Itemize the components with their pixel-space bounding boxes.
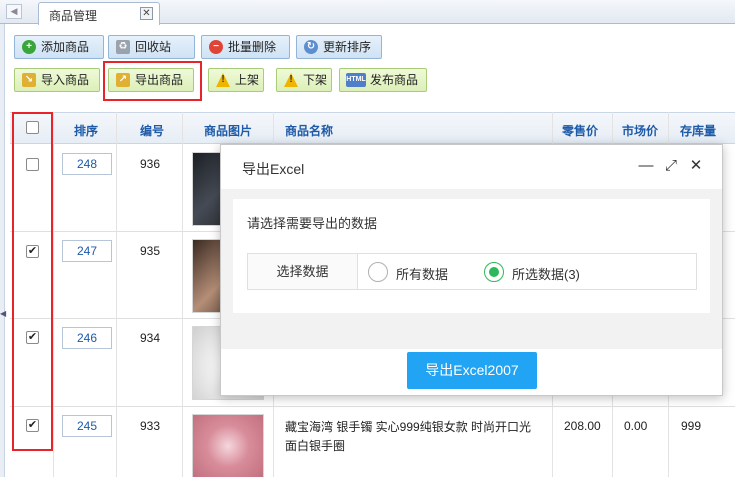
warning-icon: ! <box>216 73 230 87</box>
import-icon: ↘ <box>22 73 36 87</box>
add-product-label: 添加商品 <box>41 40 90 54</box>
dialog-title: 导出Excel <box>242 161 305 177</box>
product-id: 936 <box>140 157 161 171</box>
update-sort-button[interactable]: ↻ 更新排序 <box>296 35 382 59</box>
tab-scroll-left-button[interactable]: ◀ <box>6 4 22 19</box>
header-retail-price[interactable]: 零售价 <box>562 122 598 139</box>
on-shelf-label: 上架 <box>235 73 260 87</box>
radio-all-data[interactable] <box>368 262 388 282</box>
update-sort-label: 更新排序 <box>323 40 372 54</box>
batch-delete-button[interactable]: − 批量删除 <box>201 35 290 59</box>
selected-data-label[interactable]: 所选数据(3) <box>512 264 580 283</box>
tab-bar: ◀ 商品管理 ✕ <box>0 0 735 25</box>
html-icon: HTML <box>346 73 366 87</box>
sort-order-input[interactable]: 245 <box>62 415 112 437</box>
import-product-button[interactable]: ↘ 导入商品 <box>14 68 100 92</box>
left-panel-splitter[interactable]: ◀ <box>0 24 6 477</box>
warning-icon: ! <box>284 73 298 87</box>
refresh-icon: ↻ <box>304 40 318 54</box>
collapse-arrow-icon[interactable]: ◀ <box>0 307 6 321</box>
product-name[interactable]: 藏宝海湾 银手镯 实心999纯银女款 时尚开口光 面白银手圈 <box>285 418 555 456</box>
maximize-icon[interactable]: ⤢ <box>662 157 680 175</box>
close-icon[interactable]: ✕ <box>140 7 153 20</box>
take-off-shelf-button[interactable]: ! 下架 <box>276 68 332 92</box>
table-header: 排序 编号 商品图片 商品名称 零售价 市场价 存库量 <box>10 112 735 144</box>
header-stock[interactable]: 存库量 <box>680 122 716 139</box>
recycle-icon: ♻ <box>116 40 130 54</box>
batch-delete-label: 批量删除 <box>228 40 277 54</box>
dialog-prompt: 请选择需要导出的数据 <box>247 216 378 231</box>
stock-quantity: 999 <box>681 419 702 433</box>
minimize-icon[interactable]: — <box>637 157 655 175</box>
data-selection-row: 选择数据 所有数据 所选数据(3) <box>247 253 697 290</box>
publish-product-label: 发布商品 <box>370 73 419 87</box>
export-excel2007-button[interactable]: 导出Excel2007 <box>407 352 537 389</box>
product-name-line2: 面白银手圈 <box>285 439 346 453</box>
all-data-label[interactable]: 所有数据 <box>396 264 448 283</box>
recycle-bin-button[interactable]: ♻ 回收站 <box>108 35 195 59</box>
delete-icon: − <box>209 40 223 54</box>
header-image: 商品图片 <box>204 124 253 138</box>
add-icon: + <box>22 40 36 54</box>
publish-product-button[interactable]: HTML 发布商品 <box>339 68 427 92</box>
tab-label: 商品管理 <box>49 9 98 23</box>
market-price: 0.00 <box>624 419 648 433</box>
product-id: 933 <box>140 419 161 433</box>
select-data-label: 选择数据 <box>248 254 358 289</box>
product-id: 935 <box>140 244 161 258</box>
table-row[interactable]: ✔ 245 933 藏宝海湾 银手镯 实心999纯银女款 时尚开口光 面白银手圈… <box>10 407 735 477</box>
export-button-highlight <box>103 61 202 101</box>
export-excel-dialog: 导出Excel — ⤢ ✕ 请选择需要导出的数据 选择数据 所有数据 所选数据(… <box>220 144 723 396</box>
recycle-bin-label: 回收站 <box>135 40 172 54</box>
checkbox-column-highlight <box>12 112 53 451</box>
header-name[interactable]: 商品名称 <box>285 122 333 139</box>
product-id: 934 <box>140 331 161 345</box>
product-name-line1: 藏宝海湾 银手镯 实心999纯银女款 时尚开口光 <box>285 420 532 434</box>
radio-selected-data[interactable] <box>484 262 504 282</box>
off-shelf-label: 下架 <box>303 73 328 87</box>
retail-price: 208.00 <box>564 419 601 433</box>
close-icon[interactable]: ✕ <box>687 157 705 175</box>
dialog-body: 请选择需要导出的数据 选择数据 所有数据 所选数据(3) <box>221 189 722 349</box>
dialog-content-card: 请选择需要导出的数据 选择数据 所有数据 所选数据(3) <box>233 199 710 313</box>
sort-order-input[interactable]: 246 <box>62 327 112 349</box>
import-product-label: 导入商品 <box>41 73 90 87</box>
list-on-shelf-button[interactable]: ! 上架 <box>208 68 264 92</box>
header-sort[interactable]: 排序 <box>74 122 98 139</box>
add-product-button[interactable]: + 添加商品 <box>14 35 104 59</box>
product-image[interactable] <box>192 414 264 477</box>
sort-order-input[interactable]: 248 <box>62 153 112 175</box>
header-market-price[interactable]: 市场价 <box>622 122 658 139</box>
tab-product-management[interactable]: 商品管理 ✕ <box>38 2 160 25</box>
sort-order-input[interactable]: 247 <box>62 240 112 262</box>
header-id[interactable]: 编号 <box>140 122 164 139</box>
